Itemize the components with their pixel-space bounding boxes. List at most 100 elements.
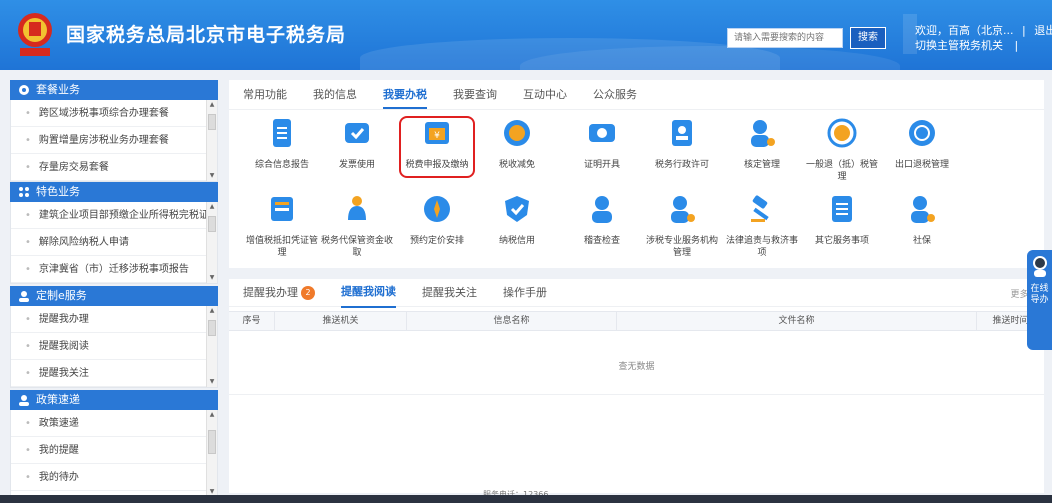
sidebar-section-header[interactable]: 套餐业务 xyxy=(10,80,218,100)
license-icon xyxy=(672,120,692,146)
tab-public-service[interactable]: 公众服务 xyxy=(593,80,637,109)
column-header: 序号 xyxy=(229,312,275,330)
tab-remind-handle[interactable]: 提醒我办理 2 xyxy=(243,279,315,307)
function-item[interactable]: 纳税信用 xyxy=(477,192,557,247)
function-label: 社保 xyxy=(912,236,931,246)
sidebar-item[interactable]: • 京津冀省（市）迁移涉税事项报告 xyxy=(11,256,217,283)
function-label: 其它服务事项 xyxy=(814,236,869,246)
function-item[interactable]: 税务行政许可 xyxy=(642,116,722,171)
sidebar-scrollbar[interactable]: ▲ ▼ xyxy=(206,202,217,283)
tax-emblem-icon xyxy=(18,13,52,56)
switch-org-label[interactable]: 切换主管税务机关 xyxy=(915,39,1003,52)
function-label: 预约定价安排 xyxy=(409,236,464,246)
function-label: 稽查检查 xyxy=(583,236,620,246)
function-item[interactable]: 涉税专业服务机构管理 xyxy=(642,192,722,259)
switch-org-link[interactable]: 切换主管税务机关 | xyxy=(915,37,1018,53)
tab-manual[interactable]: 操作手册 xyxy=(503,279,547,307)
inspector-icon xyxy=(592,196,612,223)
tab-remind-follow[interactable]: 提醒我关注 xyxy=(422,279,477,307)
tab-remind-read[interactable]: 提醒我阅读 xyxy=(341,278,396,308)
function-label: 一般退（抵）税管理 xyxy=(805,160,878,182)
function-item[interactable]: 证明开具 xyxy=(562,116,642,171)
function-item[interactable]: 发票使用 xyxy=(317,116,397,171)
sidebar-list: • 跨区域涉税事项综合办理套餐 • 购置增量房涉税业务办理套餐 • 存量房交易套餐 ▲… xyxy=(10,100,218,182)
compass-icon xyxy=(424,196,450,222)
certificate-icon xyxy=(589,124,615,142)
money-bag-icon xyxy=(348,196,366,220)
tab-my-info[interactable]: 我的信息 xyxy=(313,80,357,109)
refund-icon xyxy=(827,118,857,148)
sidebar-section-header[interactable]: 定制e服务 xyxy=(10,286,218,306)
tab-common[interactable]: 常用功能 xyxy=(243,80,287,109)
sidebar-item[interactable]: • 我的待办 xyxy=(11,464,217,491)
sidebar-section-header[interactable]: 特色业务 xyxy=(10,182,218,202)
function-item[interactable]: 一般退（抵）税管理 xyxy=(802,116,882,183)
function-label: 税收减免 xyxy=(498,160,535,170)
person-icon xyxy=(19,395,29,406)
function-item[interactable]: 稽查检查 xyxy=(562,192,642,247)
tab-tax-handling[interactable]: 我要办税 xyxy=(383,80,427,109)
function-item[interactable]: 预约定价安排 xyxy=(397,192,477,247)
function-item[interactable]: 社保 xyxy=(882,192,962,247)
function-item[interactable]: 法律追责与救济事项 xyxy=(722,192,802,259)
sidebar-item[interactable]: • 提醒我办理 xyxy=(11,306,217,333)
shield-check-icon xyxy=(505,196,529,222)
taskbar xyxy=(0,495,1052,503)
tab-interaction[interactable]: 互动中心 xyxy=(523,80,567,109)
header: 国家税务总局北京市电子税务局 搜索 欢迎，百高（北京... | 退出 切换主管税… xyxy=(0,0,1052,70)
person-icon xyxy=(19,291,29,302)
sidebar-section-policy: 政策速递 • 政策速递 • 我的提醒 • 我的待办 ▲ ▼ xyxy=(10,390,218,498)
sidebar-item[interactable]: • 建筑企业项目部预缴企业所得税完税证明... xyxy=(11,202,217,229)
sidebar-item[interactable]: • 购置增量房涉税业务办理套餐 xyxy=(11,127,217,154)
function-label: 涉税专业服务机构管理 xyxy=(645,236,718,258)
sidebar: 套餐业务 • 跨区域涉税事项综合办理套餐 • 购置增量房涉税业务办理套餐 • 存量房交… xyxy=(10,80,218,500)
function-item[interactable]: 税收减免 xyxy=(477,116,557,171)
message-panel: 提醒我办理 2 提醒我阅读 提醒我关注 操作手册 更多> 序号 推送机关 信息名称… xyxy=(229,279,1044,493)
sidebar-item[interactable]: • 我的提醒 xyxy=(11,437,217,464)
mascot-icon xyxy=(1033,256,1047,277)
tab-query[interactable]: 我要查询 xyxy=(453,80,497,109)
report-icon xyxy=(273,119,291,147)
sidebar-item[interactable]: • 跨区域涉税事项综合办理套餐 xyxy=(11,100,217,127)
sidebar-scrollbar[interactable]: ▲ ▼ xyxy=(206,100,217,181)
sidebar-list: • 政策速递 • 我的提醒 • 我的待办 ▲ ▼ xyxy=(10,410,218,498)
sidebar-list: • 提醒我办理 • 提醒我阅读 • 提醒我关注 ▲ ▼ xyxy=(10,306,218,388)
highlight-box xyxy=(399,116,475,178)
count-badge: 2 xyxy=(301,285,315,300)
welcome-user[interactable]: 欢迎，百高（北京... xyxy=(915,24,1014,37)
sidebar-scrollbar[interactable]: ▲ ▼ xyxy=(206,306,217,387)
search-input[interactable] xyxy=(727,28,843,48)
sidebar-item[interactable]: • 提醒我关注 xyxy=(11,360,217,387)
online-guide-button[interactable]: 在线导办 xyxy=(1027,250,1052,350)
search-button[interactable]: 搜索 xyxy=(850,27,886,49)
sidebar-section-title: 套餐业务 xyxy=(36,83,80,96)
sidebar-item[interactable]: • 政策速递 xyxy=(11,410,217,437)
function-item[interactable]: 综合信息报告 xyxy=(242,116,322,171)
sidebar-section-package: 套餐业务 • 跨区域涉税事项综合办理套餐 • 购置增量房涉税业务办理套餐 • 存量房交… xyxy=(10,80,218,182)
function-item[interactable]: 税务代保管资金收取 xyxy=(317,192,397,259)
logout-link[interactable]: 退出 xyxy=(1034,24,1052,37)
function-label: 增值税抵扣凭证管理 xyxy=(245,236,318,258)
gavel-icon xyxy=(751,195,769,222)
empty-state: 查无数据 xyxy=(618,362,655,372)
site-title: 国家税务总局北京市电子税务局 xyxy=(66,24,347,46)
sidebar-item[interactable]: • 解除风险纳税人申请 xyxy=(11,229,217,256)
divider xyxy=(229,394,1044,395)
globe-icon xyxy=(909,120,935,146)
function-item[interactable]: 核定管理 xyxy=(722,116,802,171)
function-label: 综合信息报告 xyxy=(254,160,309,170)
sidebar-item[interactable]: • 存量房交易套餐 xyxy=(11,154,217,181)
sidebar-section-feature: 特色业务 • 建筑企业项目部预缴企业所得税完税证明... • 解除风险纳税人申请 •… xyxy=(10,182,218,284)
sidebar-scrollbar[interactable]: ▲ ▼ xyxy=(206,410,217,497)
function-item[interactable]: 出口退税管理 xyxy=(882,116,962,171)
sidebar-item[interactable]: • 提醒我阅读 xyxy=(11,333,217,360)
social-security-icon xyxy=(911,196,935,223)
function-label: 税务代保管资金收取 xyxy=(320,236,393,258)
function-item[interactable]: 其它服务事项 xyxy=(802,192,882,247)
coin-icon xyxy=(504,120,530,146)
function-label: 核定管理 xyxy=(743,160,780,170)
invoice-icon xyxy=(345,123,369,143)
feature-icon xyxy=(19,187,29,197)
function-item[interactable]: 增值税抵扣凭证管理 xyxy=(242,192,322,259)
sidebar-section-header[interactable]: 政策速递 xyxy=(10,390,218,410)
